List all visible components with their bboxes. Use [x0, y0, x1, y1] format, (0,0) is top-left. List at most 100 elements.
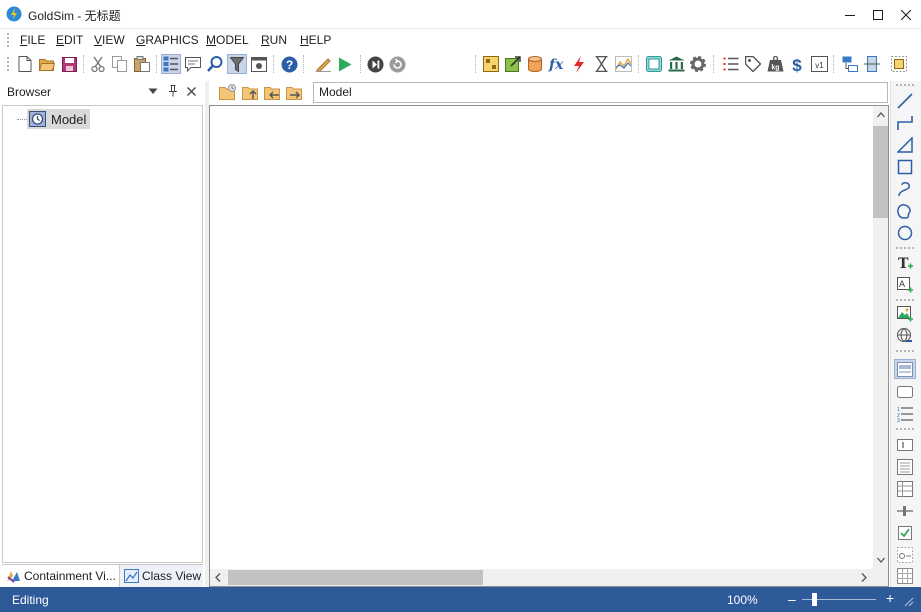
image-tool-icon[interactable]: [894, 304, 916, 324]
ellipse-tool-icon[interactable]: [894, 223, 916, 243]
curve-tool-icon[interactable]: [894, 179, 916, 199]
go-forward-icon[interactable]: [286, 84, 304, 100]
line-tool-icon[interactable]: [894, 91, 916, 111]
hyperlink-tool-icon[interactable]: [894, 326, 916, 346]
group-select-icon[interactable]: [889, 54, 909, 74]
event-element-icon[interactable]: [569, 54, 589, 74]
closed-curve-tool-icon[interactable]: [894, 201, 916, 221]
toolbar-grip[interactable]: [7, 57, 10, 71]
menu-file[interactable]: FILE: [18, 31, 47, 49]
status-bar: Editing 100% – +: [0, 587, 921, 612]
model-container-icon: [29, 111, 46, 127]
browser-tree[interactable]: Model: [2, 105, 203, 563]
go-up-level-icon[interactable]: [242, 84, 260, 100]
browser-toggle-icon[interactable]: [161, 54, 181, 74]
container-element-icon[interactable]: [481, 54, 501, 74]
open-folder-icon[interactable]: [37, 54, 57, 74]
path-address-field[interactable]: Model: [313, 82, 888, 103]
menu-edit[interactable]: EDIT: [54, 31, 85, 49]
spreadsheet-tool-icon[interactable]: [894, 479, 916, 499]
menu-graphics[interactable]: GRAPHICS: [134, 31, 201, 49]
units-icon[interactable]: kg: [765, 54, 785, 74]
tab-class-view-label: Class View: [142, 569, 202, 583]
menu-bar: FILE EDIT VIEW GRAPHICS MODEL RUN HELP: [0, 29, 921, 51]
button-control-tool-icon[interactable]: [894, 382, 916, 402]
copy-icon[interactable]: [110, 54, 130, 74]
delay-element-icon[interactable]: [591, 54, 611, 74]
main-toolbar: ? fx kg $ v1: [0, 51, 921, 122]
radio-group-tool-icon[interactable]: [894, 545, 916, 565]
go-back-icon[interactable]: [264, 84, 282, 100]
element-settings-icon[interactable]: [249, 54, 269, 74]
new-file-icon[interactable]: [15, 54, 35, 74]
scroll-right-arrow-icon[interactable]: [861, 573, 867, 582]
save-icon[interactable]: [59, 54, 79, 74]
table-input-tool-icon[interactable]: [894, 457, 916, 477]
go-to-root-icon[interactable]: [219, 84, 237, 100]
panel-close-icon[interactable]: [187, 87, 196, 96]
rectangle-tool-icon[interactable]: [894, 157, 916, 177]
minimize-button[interactable]: [835, 0, 865, 29]
zoom-out-button[interactable]: –: [788, 592, 798, 606]
list-view-icon[interactable]: [721, 54, 741, 74]
vertical-scroll-thumb[interactable]: [873, 126, 888, 218]
model-graphics-pane[interactable]: [209, 105, 889, 587]
result-element-icon[interactable]: [613, 54, 633, 74]
currency-icon[interactable]: $: [787, 54, 807, 74]
input-field-tool-icon[interactable]: [894, 435, 916, 455]
scroll-left-arrow-icon[interactable]: [215, 573, 221, 582]
tree-item-model[interactable]: Model: [27, 109, 91, 129]
resize-grip-icon[interactable]: [904, 597, 914, 607]
find-search-icon[interactable]: [205, 54, 225, 74]
tab-class-view[interactable]: Class View: [119, 565, 203, 587]
distribute-objects-icon[interactable]: [862, 54, 882, 74]
versioning-icon[interactable]: v1: [809, 54, 829, 74]
align-objects-icon[interactable]: [840, 54, 860, 74]
maximize-button[interactable]: [863, 0, 893, 29]
menu-grip[interactable]: [7, 33, 10, 47]
scroll-down-arrow-icon[interactable]: [877, 557, 885, 563]
title-bar: GoldSim - 无标题: [0, 0, 921, 29]
zoom-slider-thumb[interactable]: [812, 593, 817, 606]
svg-text:v1: v1: [815, 61, 824, 70]
dashboard-element-icon[interactable]: [644, 54, 664, 74]
cut-icon[interactable]: [88, 54, 108, 74]
tag-icon[interactable]: [743, 54, 763, 74]
horizontal-scroll-thumb[interactable]: [228, 570, 483, 585]
data-element-icon[interactable]: [503, 54, 523, 74]
palette-grip[interactable]: [896, 84, 914, 86]
scroll-up-arrow-icon[interactable]: [877, 112, 885, 118]
menu-run[interactable]: RUN: [259, 31, 289, 49]
text-box-tool-icon[interactable]: A: [894, 275, 916, 295]
polygon-tool-icon[interactable]: [894, 135, 916, 155]
panel-menu-icon[interactable]: [148, 87, 158, 95]
run-play-icon[interactable]: [335, 54, 355, 74]
zoom-in-button[interactable]: +: [886, 591, 896, 605]
menu-help[interactable]: HELP: [298, 31, 333, 49]
filter-icon[interactable]: [227, 54, 247, 74]
menu-model[interactable]: MODEL: [204, 31, 251, 49]
text-tool-icon[interactable]: T: [894, 253, 916, 273]
slider-control-tool-icon[interactable]: [894, 501, 916, 521]
financial-module-icon[interactable]: [666, 54, 686, 74]
reset-icon[interactable]: [387, 54, 407, 74]
step-icon[interactable]: [365, 54, 385, 74]
svg-text:3: 3: [897, 418, 900, 422]
function-element-icon[interactable]: fx: [547, 54, 567, 74]
close-button[interactable]: [891, 0, 921, 29]
dashboard-control-tool-icon[interactable]: [894, 359, 916, 379]
paste-icon[interactable]: [132, 54, 152, 74]
grid-control-tool-icon[interactable]: [894, 566, 916, 586]
menu-view[interactable]: VIEW: [92, 31, 127, 49]
reliability-module-icon[interactable]: [688, 54, 708, 74]
stock-element-icon[interactable]: [525, 54, 545, 74]
help-icon[interactable]: ?: [279, 54, 299, 74]
checkbox-control-tool-icon[interactable]: [894, 523, 916, 543]
list-control-tool-icon[interactable]: 123: [894, 404, 916, 424]
note-comment-icon[interactable]: [183, 54, 203, 74]
connector-tool-icon[interactable]: [894, 113, 916, 133]
edit-mode-icon[interactable]: [313, 54, 333, 74]
pin-icon[interactable]: [168, 85, 178, 97]
tab-containment-view[interactable]: Containment Vi...: [2, 565, 118, 587]
toolbar-separator: [83, 55, 84, 73]
